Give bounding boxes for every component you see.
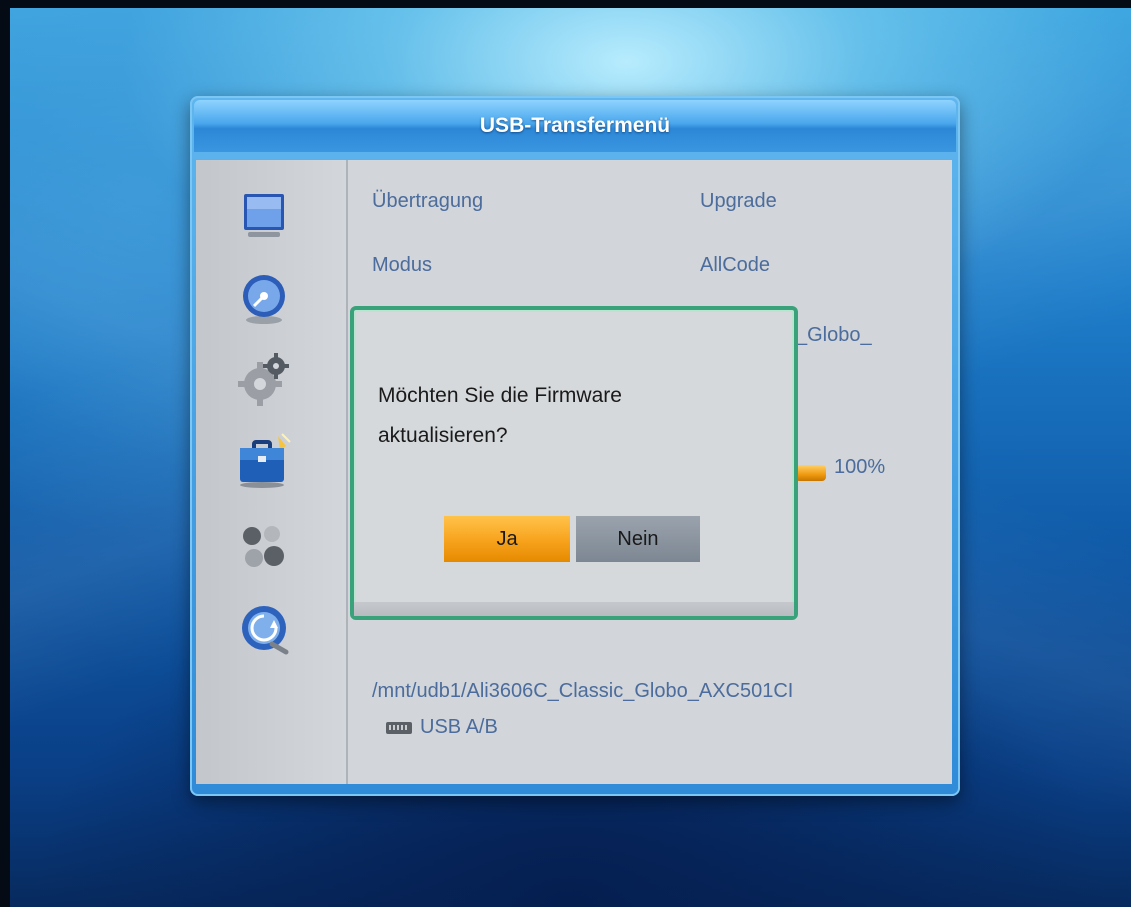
device-label: USB A/B xyxy=(420,716,498,738)
menu-sidebar xyxy=(196,160,348,784)
dialog-message-line2: aktualisieren? xyxy=(378,424,508,447)
media-icon[interactable] xyxy=(234,516,294,576)
row-value-transfer[interactable]: Upgrade xyxy=(700,190,777,213)
yes-button[interactable]: Ja xyxy=(444,516,570,562)
dialog-message: Möchten Sie die Firmware aktualisieren? xyxy=(378,376,768,456)
dialog-footer xyxy=(354,602,794,616)
no-button[interactable]: Nein xyxy=(576,516,700,562)
filename-partial: _Globo_ xyxy=(796,324,872,346)
row-label-mode: Modus xyxy=(372,254,433,276)
network-globe-icon[interactable] xyxy=(234,598,294,658)
gear-icon[interactable] xyxy=(234,350,294,410)
window-title: USB-Transfermenü xyxy=(194,100,956,152)
row-value-mode[interactable]: AllCode xyxy=(700,254,770,277)
row-label-transfer: Übertragung xyxy=(372,190,484,212)
file-path: /mnt/udb1/Ali3606C_Classic_Globo_AXC501C… xyxy=(372,680,794,702)
dialog-message-line1: Möchten Sie die Firmware xyxy=(378,384,622,407)
tv-icon[interactable] xyxy=(234,188,294,248)
satellite-dish-icon[interactable] xyxy=(234,268,294,328)
device-line: USB A/B xyxy=(386,716,498,739)
confirm-dialog: Möchten Sie die Firmware aktualisieren? … xyxy=(350,306,798,620)
usb-device-icon xyxy=(386,721,412,734)
progress-percent: 100% xyxy=(834,456,886,478)
toolbox-icon[interactable] xyxy=(234,432,294,492)
